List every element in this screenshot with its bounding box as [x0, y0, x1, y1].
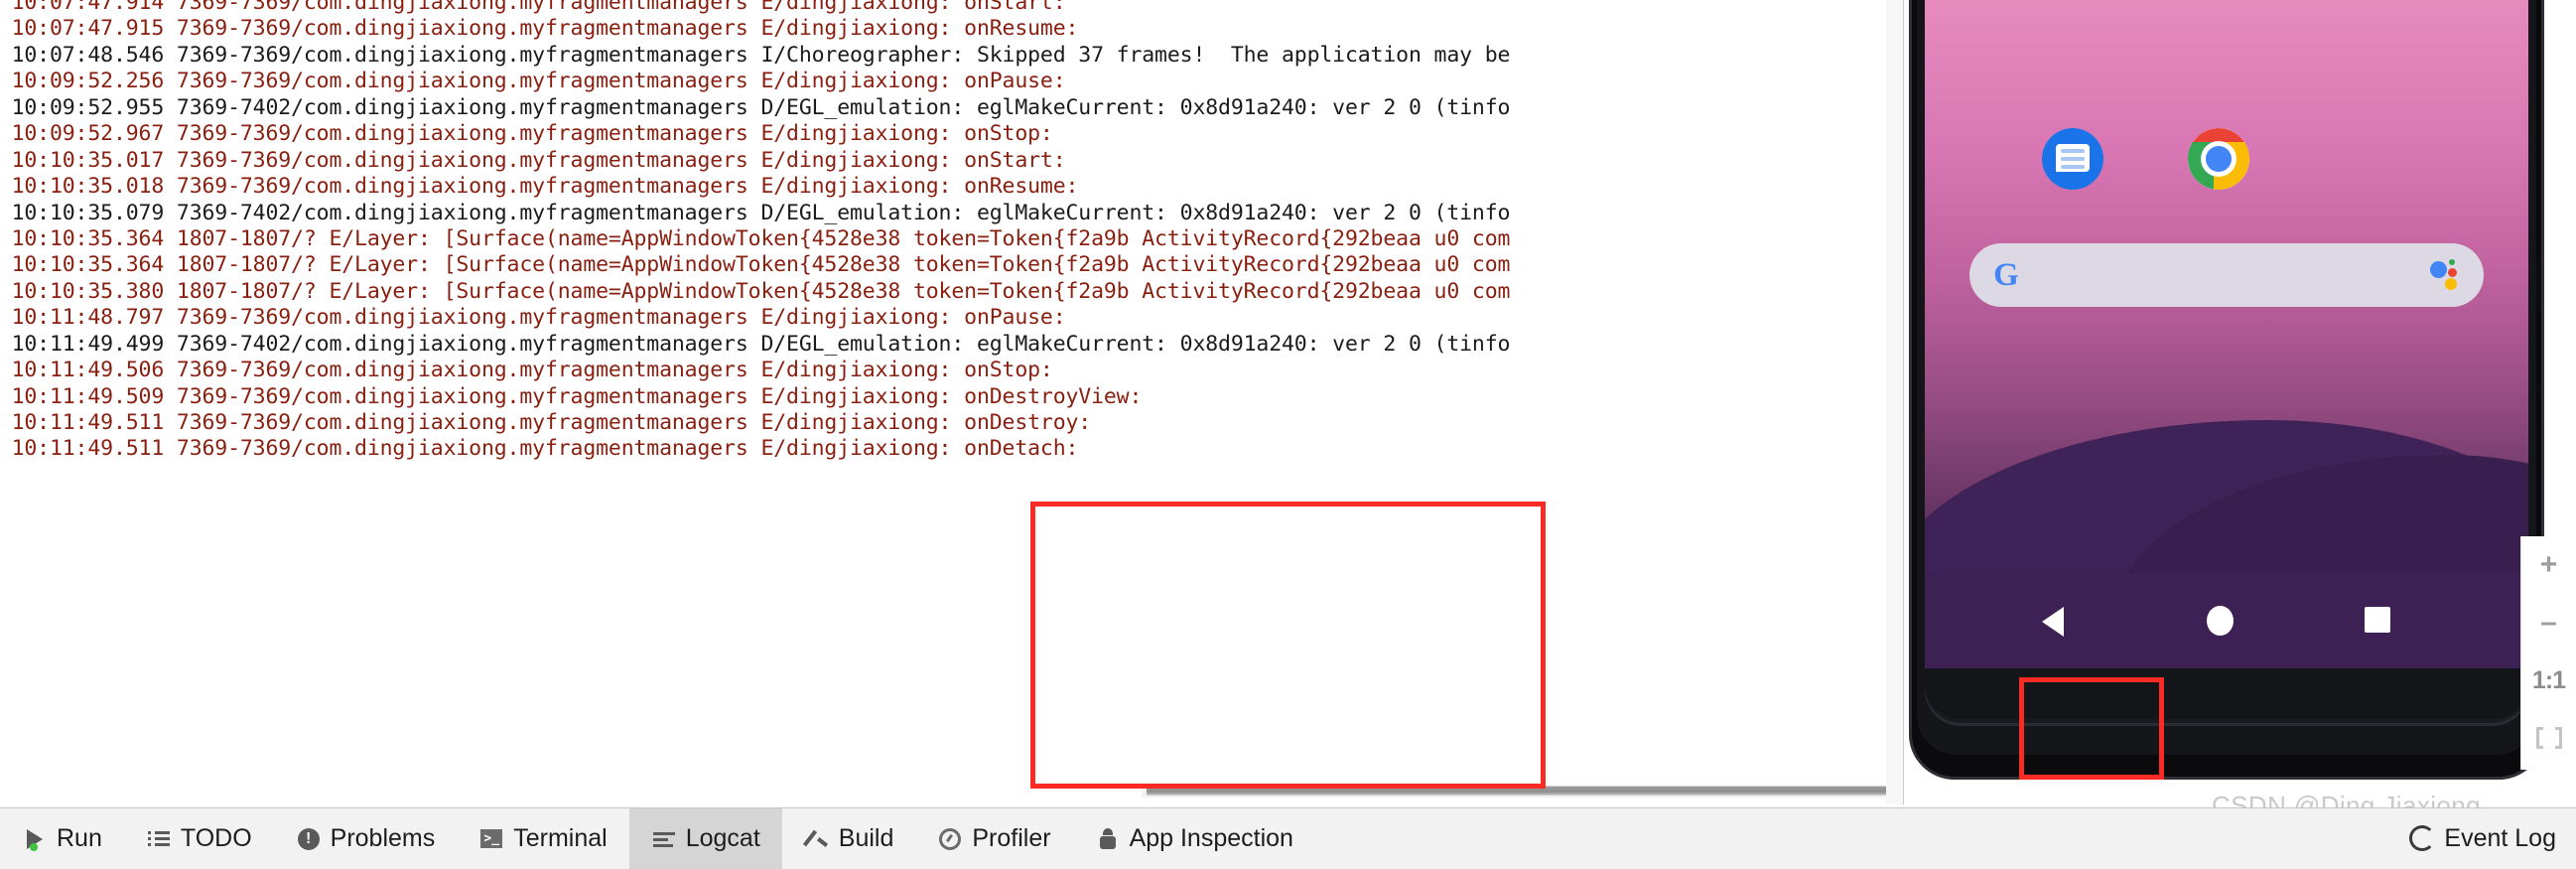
app-inspection-icon-glyph: [1099, 827, 1116, 850]
logcat-icon: [651, 826, 677, 852]
terminal-icon: >_: [478, 826, 504, 852]
profiler-icon: [937, 826, 963, 852]
app-inspection-icon: [1095, 826, 1121, 852]
chrome-app-icon[interactable]: [2188, 128, 2249, 190]
logcat-line[interactable]: 6 10:10:35.079 7369-7402/com.dingjiaxion…: [0, 201, 1511, 226]
logcat-line[interactable]: 6 10:10:35.364 1807-1807/? E/Layer: [Sur…: [0, 252, 1511, 278]
message-bubble-glyph: [2056, 144, 2090, 172]
tab-problems[interactable]: ! Problems: [274, 808, 458, 869]
logcat-line[interactable]: 6 10:07:47.915 7369-7369/com.dingjiaxion…: [0, 16, 1510, 42]
recents-square-icon[interactable]: [2365, 607, 2390, 633]
logcat-line[interactable]: 6 10:11:49.506 7369-7369/com.dingjiaxion…: [0, 358, 1510, 383]
phone-chin: [1925, 668, 2528, 726]
problems-icon-glyph: !: [297, 827, 320, 850]
emulator-zoom-toolbar[interactable]: + – 1:1: [2520, 536, 2576, 770]
logcat-line-list[interactable]: 6 10:07:47.914 7369-7369/com.dingjiaxion…: [0, 0, 1511, 463]
logcat-icon-glyph: [652, 831, 675, 847]
tab-logcat[interactable]: Logcat: [628, 808, 782, 869]
tab-todo-label: TODO: [180, 824, 252, 852]
logcat-line[interactable]: 6 10:10:35.018 7369-7369/com.dingjiaxion…: [0, 174, 1510, 200]
phone-device-frame: G: [1909, 0, 2544, 780]
messages-app-icon[interactable]: [2042, 128, 2103, 190]
run-icon: [22, 826, 48, 852]
run-icon-glyph: [27, 828, 43, 851]
back-triangle-icon[interactable]: [2042, 607, 2064, 637]
problems-icon: !: [296, 826, 322, 852]
tab-event-log-label: Event Log: [2444, 823, 2556, 852]
tab-build[interactable]: Build: [782, 808, 916, 869]
build-icon-glyph: [806, 828, 828, 850]
tab-app-inspection-label: App Inspection: [1129, 824, 1293, 852]
google-search-bar[interactable]: G: [1969, 243, 2484, 307]
logcat-line[interactable]: 6 10:09:52.955 7369-7402/com.dingjiaxion…: [0, 95, 1511, 121]
tab-todo[interactable]: TODO: [124, 808, 274, 869]
build-icon: [804, 826, 830, 852]
logcat-line[interactable]: 6 10:11:49.499 7369-7402/com.dingjiaxion…: [0, 332, 1511, 358]
tab-event-log[interactable]: Event Log: [2395, 807, 2570, 869]
profiler-icon-glyph: [939, 827, 962, 850]
todo-icon-glyph: [147, 830, 170, 847]
logcat-line[interactable]: 6 10:07:48.546 7369-7369/com.dingjiaxion…: [0, 43, 1511, 69]
logcat-line[interactable]: 6 10:09:52.967 7369-7369/com.dingjiaxion…: [0, 121, 1510, 147]
tab-profiler[interactable]: Profiler: [915, 808, 1072, 869]
logcat-line[interactable]: 6 10:11:49.511 7369-7369/com.dingjiaxion…: [0, 410, 1510, 436]
logcat-line[interactable]: 6 10:07:47.914 7369-7369/com.dingjiaxion…: [0, 0, 1510, 16]
logcat-line[interactable]: 6 10:10:35.380 1807-1807/? E/Layer: [Sur…: [0, 279, 1511, 305]
logcat-line[interactable]: 6 10:11:49.509 7369-7369/com.dingjiaxion…: [0, 384, 1510, 410]
tab-terminal[interactable]: >_ Terminal: [457, 808, 628, 869]
zoom-fit-icon: [2535, 727, 2562, 749]
event-log-icon: [2409, 825, 2436, 851]
logcat-output-panel[interactable]: 6 10:07:47.914 7369-7369/com.dingjiaxion…: [0, 0, 1886, 785]
logcat-line[interactable]: 6 10:10:35.017 7369-7369/com.dingjiaxion…: [0, 148, 1510, 174]
tool-window-bar[interactable]: Run TODO! Problems >_ Terminal Logcat Build Pro…: [0, 807, 2576, 869]
google-g-logo: G: [1993, 257, 2019, 293]
emulator-panel[interactable]: G + – 1:1: [1886, 0, 2576, 804]
logcat-line[interactable]: 6 10:11:48.797 7369-7369/com.dingjiaxion…: [0, 305, 1510, 331]
tab-logcat-label: Logcat: [685, 824, 760, 852]
tab-run-label: Run: [57, 824, 102, 852]
phone-screen[interactable]: G: [1925, 0, 2528, 668]
todo-icon: [146, 826, 172, 852]
home-circle-icon[interactable]: [2207, 606, 2234, 636]
zoom-actual-size-icon[interactable]: 1:1: [2521, 652, 2576, 709]
tab-problems-label: Problems: [330, 824, 436, 852]
tab-build-label: Build: [838, 824, 894, 852]
logcat-line[interactable]: 6 10:09:52.256 7369-7369/com.dingjiaxion…: [0, 69, 1510, 94]
zoom-out-icon[interactable]: –: [2521, 594, 2576, 652]
terminal-icon-glyph: >_: [480, 829, 503, 848]
tab-app-inspection[interactable]: App Inspection: [1073, 808, 1315, 869]
zoom-fit-button[interactable]: [2521, 709, 2576, 767]
assistant-icon[interactable]: [2430, 259, 2462, 291]
android-navigation-bar[interactable]: [1925, 573, 2528, 668]
tab-run[interactable]: Run: [0, 808, 124, 869]
chrome-blue-core: [2206, 146, 2232, 172]
tab-profiler-label: Profiler: [972, 824, 1051, 852]
android-studio-window: 6 10:07:47.914 7369-7369/com.dingjiaxion…: [0, 0, 2576, 869]
zoom-in-icon[interactable]: +: [2521, 536, 2576, 594]
logcat-line[interactable]: 6 10:10:35.364 1807-1807/? E/Layer: [Sur…: [0, 226, 1511, 252]
emulator-panel-gutter: [1886, 0, 1904, 804]
tab-terminal-label: Terminal: [513, 824, 608, 852]
logcat-line[interactable]: 6 10:11:49.511 7369-7369/com.dingjiaxion…: [0, 436, 1510, 462]
